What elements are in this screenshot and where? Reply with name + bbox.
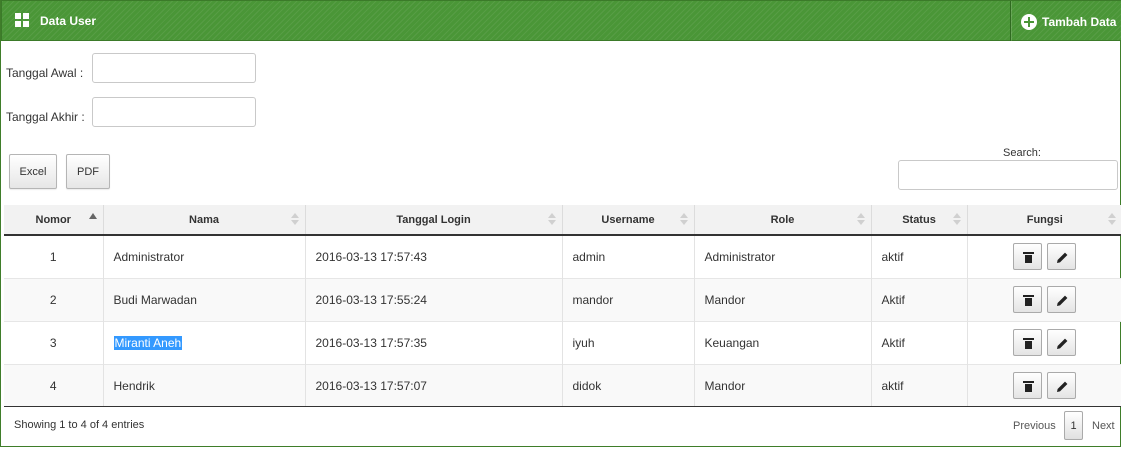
cell-tanggal-login: 2016-03-13 17:55:24 <box>304 277 562 321</box>
cell-role: Mandor <box>693 363 871 407</box>
cell-nama: Administrator <box>102 234 305 278</box>
table-row: 3 Miranti Aneh 2016-03-13 17:57:35 iyuh … <box>4 320 1121 364</box>
cell-tanggal-login: 2016-03-13 17:57:43 <box>304 234 562 278</box>
cell-fungsi <box>966 277 1121 321</box>
end-date-label: Tanggal Akhir : <box>6 110 85 124</box>
edit-button[interactable] <box>1047 372 1077 400</box>
cell-role: Mandor <box>693 277 871 321</box>
trash-icon <box>1023 338 1035 349</box>
cell-nama: Budi Marwadan <box>102 277 305 321</box>
cell-role: Keuangan <box>693 320 871 364</box>
search-label: Search: <box>1003 147 1041 159</box>
panel-header: Data User Tambah Data <box>1 0 1121 41</box>
panel-title: Data User <box>40 14 97 28</box>
cell-status: Aktif <box>870 277 967 321</box>
delete-button[interactable] <box>1013 372 1043 400</box>
table-header-row: Nomor Nama Tanggal Login Username Role S… <box>4 205 1121 236</box>
table-row: 1 Administrator 2016-03-13 17:57:43 admi… <box>4 234 1121 278</box>
cell-tanggal-login: 2016-03-13 17:57:07 <box>304 363 562 407</box>
cell-nomor: 2 <box>4 277 103 321</box>
sort-both-icon <box>856 213 865 227</box>
table-row: 4 Hendrik 2016-03-13 17:57:07 didok Mand… <box>4 363 1121 407</box>
plus-circle-icon <box>1021 13 1037 30</box>
data-user-panel: Data User Tambah Data Tanggal Awal : Tan… <box>0 0 1121 447</box>
sort-both-icon <box>679 213 688 227</box>
search-input[interactable] <box>898 160 1118 190</box>
edit-button[interactable] <box>1047 286 1077 313</box>
cell-nomor: 1 <box>4 234 103 278</box>
start-date-input[interactable] <box>92 53 256 83</box>
start-date-label: Tanggal Awal : <box>6 66 84 80</box>
add-data-button[interactable]: Tambah Data <box>1021 13 1116 30</box>
cell-nama: Hendrik <box>102 363 305 407</box>
pencil-icon <box>1057 338 1068 349</box>
cell-username: mandor <box>561 277 694 321</box>
cell-nomor: 4 <box>4 363 103 407</box>
next-page-button[interactable]: Next <box>1092 420 1115 432</box>
table-row: 2 Budi Marwadan 2016-03-13 17:55:24 mand… <box>4 277 1121 321</box>
cell-status: aktif <box>870 363 967 407</box>
sort-both-icon <box>547 213 556 227</box>
delete-button[interactable] <box>1013 329 1043 356</box>
pencil-icon <box>1057 295 1068 306</box>
column-header-role[interactable]: Role <box>693 205 871 236</box>
page-1-button[interactable]: 1 <box>1064 411 1083 440</box>
table-bottom-border <box>4 406 1121 407</box>
cell-username: admin <box>561 234 694 278</box>
sort-both-icon <box>952 213 961 227</box>
column-header-tanggal-login[interactable]: Tanggal Login <box>304 205 562 236</box>
selected-text: Miranti Aneh <box>113 335 183 350</box>
cell-fungsi <box>966 363 1121 407</box>
pencil-icon <box>1057 381 1068 393</box>
cell-status: Aktif <box>870 320 967 364</box>
add-data-label: Tambah Data <box>1042 14 1117 29</box>
user-table: Nomor Nama Tanggal Login Username Role S… <box>4 205 1121 407</box>
cell-fungsi <box>966 320 1121 364</box>
sort-both-icon <box>290 213 299 227</box>
column-header-fungsi[interactable]: Fungsi <box>966 205 1121 236</box>
trash-icon <box>1023 295 1035 306</box>
column-header-username[interactable]: Username <box>561 205 694 236</box>
pencil-icon <box>1057 252 1068 264</box>
column-header-nomor[interactable]: Nomor <box>4 205 103 236</box>
sort-both-icon <box>1108 213 1116 227</box>
header-divider <box>1010 1 1011 41</box>
edit-button[interactable] <box>1047 243 1077 271</box>
cell-tanggal-login: 2016-03-13 17:57:35 <box>304 320 562 364</box>
cell-nama: Miranti Aneh <box>102 320 305 364</box>
entries-info: Showing 1 to 4 of 4 entries <box>14 419 145 431</box>
sort-asc-icon <box>88 213 97 219</box>
delete-button[interactable] <box>1013 243 1043 271</box>
grid-icon <box>15 13 30 28</box>
column-header-nama[interactable]: Nama <box>102 205 305 236</box>
excel-export-button[interactable]: Excel <box>9 154 57 189</box>
end-date-input[interactable] <box>92 97 256 127</box>
column-header-status[interactable]: Status <box>870 205 967 236</box>
cell-nomor: 3 <box>4 320 103 364</box>
cell-role: Administrator <box>693 234 871 278</box>
cell-fungsi <box>966 234 1121 278</box>
cell-username: didok <box>561 363 694 407</box>
pdf-export-button[interactable]: PDF <box>66 154 110 189</box>
edit-button[interactable] <box>1047 329 1077 356</box>
cell-username: iyuh <box>561 320 694 364</box>
delete-button[interactable] <box>1013 286 1043 313</box>
cell-status: aktif <box>870 234 967 278</box>
previous-page-button[interactable]: Previous <box>1013 420 1056 432</box>
trash-icon <box>1023 381 1035 393</box>
trash-icon <box>1023 252 1035 264</box>
